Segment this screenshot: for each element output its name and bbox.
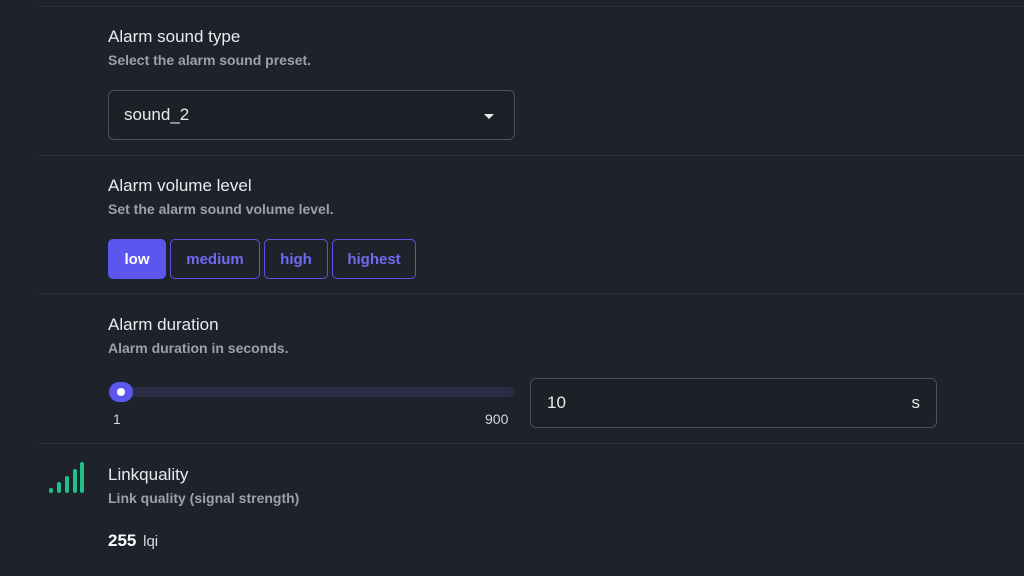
linkquality-title: Linkquality: [108, 465, 189, 484]
alarm-duration-description: Alarm duration in seconds.: [108, 340, 289, 356]
alarm-sound-select[interactable]: sound_2: [108, 90, 515, 140]
signal-icon: [49, 462, 84, 493]
settings-page: Alarm sound type Select the alarm sound …: [0, 0, 1024, 576]
alarm-sound-section: Alarm sound type Select the alarm sound …: [108, 27, 311, 69]
alarm-volume-section: Alarm volume level Set the alarm sound v…: [108, 176, 334, 218]
volume-medium-button[interactable]: medium: [170, 239, 260, 279]
alarm-volume-description: Set the alarm sound volume level.: [108, 201, 334, 217]
volume-highest-button[interactable]: highest: [332, 239, 416, 279]
slider-max-label: 900: [485, 411, 509, 427]
divider: [38, 155, 1024, 156]
linkquality-description: Link quality (signal strength): [108, 490, 300, 506]
volume-high-button[interactable]: high: [264, 239, 328, 279]
alarm-duration-section: Alarm duration Alarm duration in seconds…: [108, 315, 288, 357]
alarm-volume-title: Alarm volume level: [108, 176, 252, 195]
alarm-duration-slider-track[interactable]: [116, 387, 515, 397]
alarm-duration-title: Alarm duration: [108, 315, 219, 334]
alarm-sound-title: Alarm sound type: [108, 27, 241, 46]
caret-down-icon: [484, 114, 494, 119]
linkquality-readout: 255 lqi: [108, 531, 158, 551]
alarm-duration-slider-thumb[interactable]: [109, 382, 133, 402]
volume-low-button[interactable]: low: [108, 239, 166, 279]
alarm-duration-unit: s: [911, 393, 921, 412]
divider: [38, 293, 1024, 294]
alarm-sound-selected-value: sound_2: [124, 105, 190, 124]
linkquality-value: 255: [108, 531, 137, 550]
linkquality-section: Linkquality Link quality (signal strengt…: [108, 465, 299, 507]
divider: [38, 6, 1024, 7]
alarm-duration-value: 10: [547, 393, 566, 412]
slider-min-label: 1: [113, 411, 121, 427]
divider: [38, 443, 1024, 444]
alarm-volume-button-group: low medium high highest: [108, 239, 416, 279]
linkquality-unit: lqi: [143, 533, 159, 550]
alarm-sound-description: Select the alarm sound preset.: [108, 52, 312, 68]
alarm-duration-input[interactable]: 10 s: [530, 378, 937, 428]
